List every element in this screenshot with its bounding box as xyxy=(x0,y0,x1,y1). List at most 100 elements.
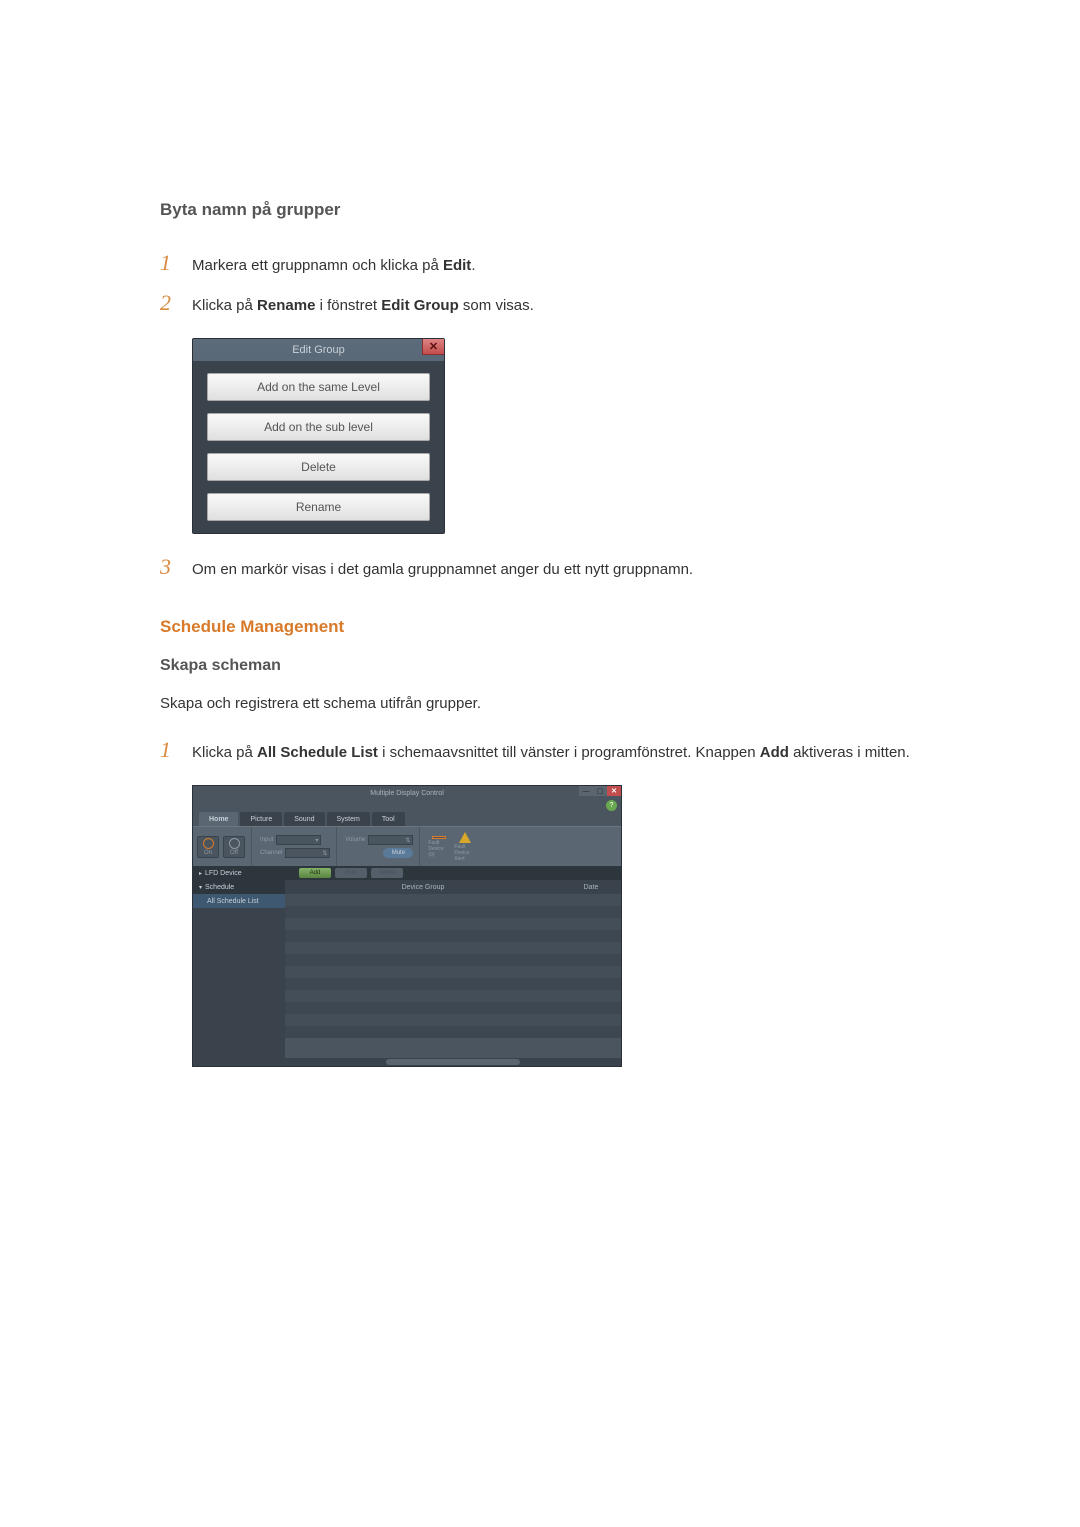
heading-schedule-management: Schedule Management xyxy=(160,617,920,637)
window-buttons: — ▢ ✕ xyxy=(579,786,621,796)
table-row xyxy=(285,990,621,1002)
tab-picture[interactable]: Picture xyxy=(240,812,282,826)
app-body: LFD Device Schedule All Schedule List Ad… xyxy=(193,866,621,1066)
delete-button[interactable]: Delete xyxy=(207,453,430,481)
ribbon-tabs: Home Picture Sound System Tool xyxy=(193,812,621,826)
app-screenshot-figure: Multiple Display Control — ▢ ✕ ? Home Pi… xyxy=(192,785,920,1067)
tab-system[interactable]: System xyxy=(327,812,370,826)
ribbon-volume-group: Volume ⇅ Mute xyxy=(345,827,420,866)
add-sub-level-button[interactable]: Add on the sub level xyxy=(207,413,430,441)
step2-prefix: Klicka på xyxy=(192,297,257,314)
horizontal-scrollbar[interactable] xyxy=(285,1058,621,1066)
ribbon: On Off Input ▾ Channel ⇅ xyxy=(193,826,621,866)
power-off-icon xyxy=(229,838,240,849)
dialog-title-text: Edit Group xyxy=(292,344,345,356)
body-text: Skapa och registrera ett schema utifrån … xyxy=(160,695,920,712)
step-row: 2 Klicka på Rename i fönstret Edit Group… xyxy=(160,290,920,318)
step-number: 3 xyxy=(160,554,192,580)
sidebar-item-all-schedule-list[interactable]: All Schedule List xyxy=(193,894,285,908)
fault-alert-button[interactable]: Fault Device Alert xyxy=(454,836,476,858)
ribbon-power-group: On Off xyxy=(197,827,252,866)
dialog-body: Add on the same Level Add on the sub lev… xyxy=(193,361,444,533)
s2step1-prefix: Klicka på xyxy=(192,744,257,761)
step-text: Markera ett gruppnamn och klicka på Edit… xyxy=(192,254,475,278)
ribbon-input-group: Input ▾ Channel ⇅ xyxy=(260,827,337,866)
fault-device-button[interactable]: Fault Device (0) xyxy=(428,836,450,858)
tab-sound[interactable]: Sound xyxy=(284,812,324,826)
volume-label: Volume xyxy=(345,837,365,843)
step-row: 1 Klicka på All Schedule List i schemaav… xyxy=(160,737,920,765)
input-label: Input xyxy=(260,837,273,843)
app-window: Multiple Display Control — ▢ ✕ ? Home Pi… xyxy=(192,785,622,1067)
table-row xyxy=(285,894,621,906)
edit-group-dialog: Edit Group ✕ Add on the same Level Add o… xyxy=(192,338,445,534)
edit-group-dialog-figure: Edit Group ✕ Add on the same Level Add o… xyxy=(192,338,920,534)
step-number: 1 xyxy=(160,737,192,763)
volume-stepper[interactable]: ⇅ xyxy=(368,835,413,845)
power-on-icon xyxy=(203,838,214,849)
toolbar: Add Edit Delete xyxy=(285,866,621,880)
ribbon-fault-group: Fault Device (0) Fault Device Alert xyxy=(428,827,482,866)
table-row xyxy=(285,1002,621,1014)
power-off-button[interactable]: Off xyxy=(223,836,245,858)
sidebar-section-schedule[interactable]: Schedule xyxy=(193,880,285,894)
step1-bold: Edit xyxy=(443,257,471,274)
input-dropdown[interactable]: ▾ xyxy=(276,835,321,845)
delete-button: Delete xyxy=(371,868,403,878)
fault-alert-label: Fault Device Alert xyxy=(454,844,476,862)
close-button[interactable]: ✕ xyxy=(607,786,621,796)
warning-icon xyxy=(459,832,471,843)
power-off-label: Off xyxy=(230,850,238,856)
channel-label: Channel xyxy=(260,850,282,856)
table-row xyxy=(285,930,621,942)
add-button[interactable]: Add xyxy=(299,868,331,878)
s2step1-bold2: Add xyxy=(760,744,789,761)
sidebar-fill xyxy=(193,908,285,1066)
rename-button[interactable]: Rename xyxy=(207,493,430,521)
step1-prefix: Markera ett gruppnamn och klicka på xyxy=(192,257,443,274)
table-body xyxy=(285,894,621,1058)
step2-mid: i fönstret xyxy=(315,297,381,314)
app-titlebar: Multiple Display Control — ▢ ✕ xyxy=(193,786,621,800)
minimize-button[interactable]: — xyxy=(579,786,593,796)
step-row: 1 Markera ett gruppnamn och klicka på Ed… xyxy=(160,250,920,278)
step2-bold2: Edit Group xyxy=(381,297,459,314)
step-text: Klicka på All Schedule List i schemaavsn… xyxy=(192,741,910,765)
sidebar: LFD Device Schedule All Schedule List xyxy=(193,866,285,1066)
table-row xyxy=(285,954,621,966)
tab-tool[interactable]: Tool xyxy=(372,812,405,826)
mute-button[interactable]: Mute xyxy=(383,848,413,858)
table-row xyxy=(285,1014,621,1026)
sidebar-section-lfd[interactable]: LFD Device xyxy=(193,866,285,880)
col-device-group: Device Group xyxy=(285,880,561,894)
s2step1-rest: aktiveras i mitten. xyxy=(789,744,910,761)
maximize-button[interactable]: ▢ xyxy=(593,786,607,796)
table-row xyxy=(285,978,621,990)
step-row: 3 Om en markör visas i det gamla gruppna… xyxy=(160,554,920,582)
tab-home[interactable]: Home xyxy=(199,812,238,826)
app-title: Multiple Display Control xyxy=(370,790,444,797)
help-row: ? xyxy=(193,800,621,812)
col-date: Date xyxy=(561,880,621,894)
table-row xyxy=(285,906,621,918)
subheading-create-schedules: Skapa scheman xyxy=(160,657,920,675)
help-button[interactable]: ? xyxy=(606,800,617,811)
step2-bold1: Rename xyxy=(257,297,315,314)
dialog-titlebar: Edit Group ✕ xyxy=(193,339,444,361)
channel-stepper[interactable]: ⇅ xyxy=(285,848,330,858)
step-number: 1 xyxy=(160,250,192,276)
close-button[interactable]: ✕ xyxy=(422,339,444,355)
step-text: Klicka på Rename i fönstret Edit Group s… xyxy=(192,294,534,318)
table-row xyxy=(285,966,621,978)
step-text: Om en markör visas i det gamla gruppnamn… xyxy=(192,558,693,582)
monitor-icon xyxy=(432,836,446,839)
add-same-level-button[interactable]: Add on the same Level xyxy=(207,373,430,401)
step1-rest: . xyxy=(471,257,475,274)
step2-rest: som visas. xyxy=(459,297,534,314)
main-panel: Add Edit Delete Device Group Date xyxy=(285,866,621,1066)
power-on-button[interactable]: On xyxy=(197,836,219,858)
table-row xyxy=(285,1026,621,1038)
s2step1-mid: i schemaavsnittet till vänster i program… xyxy=(378,744,760,761)
table-header: Device Group Date xyxy=(285,880,621,894)
table-row xyxy=(285,918,621,930)
